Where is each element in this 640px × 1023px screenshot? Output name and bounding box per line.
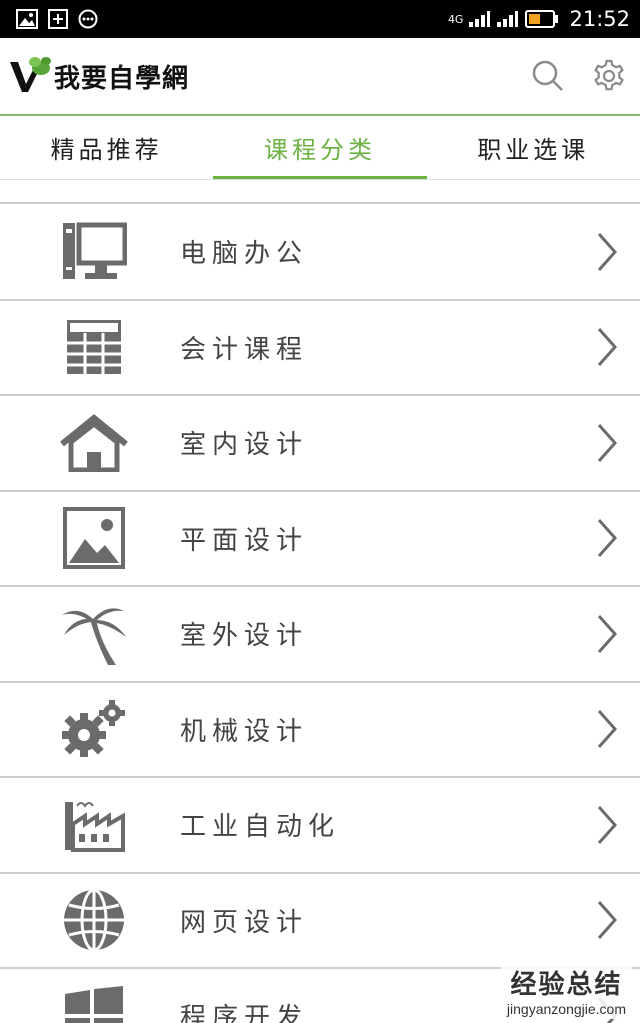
category-item-web-design[interactable]: 网页设计 [0,873,640,969]
category-label: 电脑办公 [180,239,309,270]
row-icon [0,798,180,852]
palm-tree-icon [62,608,126,665]
watermark-brand: 经验总结 [510,970,623,1000]
tab-label: 职业选课 [477,136,590,164]
category-label: 室外设计 [180,621,309,652]
chevron-right-icon [597,901,618,940]
tab-featured[interactable]: 精品推荐 [0,116,213,179]
watermark: 经验总结 jingyanzongjie.com [500,962,632,1019]
row-icon [0,601,180,667]
settings-gear-icon[interactable] [592,59,626,93]
watermark-url: jingyanzongjie.com [506,1001,626,1017]
status-notifications [0,9,98,29]
windows-icon [65,985,123,1023]
gears-icon [62,700,125,758]
category-label: 程序开发 [180,1003,309,1023]
more-notification-icon [78,9,98,29]
category-item-mechanical-design[interactable]: 机械设计 [0,682,640,778]
chevron-right-icon [597,232,618,271]
network-type: 4G [447,12,464,26]
battery-icon [525,10,559,28]
category-label: 会计课程 [180,334,309,365]
app-name: 我要自學網 [54,63,190,94]
status-bar: 4G 21:52 [0,0,640,38]
search-icon[interactable] [532,60,564,92]
tab-bar: 精品推荐 课程分类 职业选课 [0,116,640,180]
computer-icon [63,222,127,279]
category-label: 平面设计 [180,525,309,556]
row-icon [0,319,180,376]
row-icon [0,221,180,283]
row-icon [0,888,180,952]
chevron-right-icon [597,423,618,462]
category-item-interior-design[interactable]: 室内设计 [0,396,640,492]
chevron-right-icon [597,614,618,653]
list-item-partial[interactable] [0,180,640,204]
house-icon [60,413,128,472]
row-icon [0,699,180,759]
category-label: 工业自动化 [180,812,341,843]
category-item-industrial-automation[interactable]: 工业自动化 [0,778,640,874]
signal-icon-2 [497,11,519,27]
category-label: 室内设计 [180,430,309,461]
tab-course-categories[interactable]: 课程分类 [213,116,427,179]
category-label: 机械设计 [180,716,309,747]
category-item-accounting[interactable]: 会计课程 [0,300,640,396]
tab-career-courses[interactable]: 职业选课 [427,116,640,179]
chevron-right-icon [597,710,618,749]
tab-label: 课程分类 [263,136,376,164]
spreadsheet-icon [66,320,122,376]
globe-icon [64,888,124,952]
factory-icon [65,801,125,852]
row-icon [0,985,180,1023]
category-item-graphic-design[interactable]: 平面设计 [0,491,640,587]
category-item-office[interactable]: 电脑办公 [0,205,640,301]
logo-leaf-icon [10,57,51,92]
status-system: 4G 21:52 [448,7,640,31]
chevron-right-icon [597,805,618,844]
app-logo[interactable]: 我要自學網 [0,56,189,96]
category-item-outdoor-design[interactable]: 室外设计 [0,587,640,683]
clock: 21:52 [569,7,630,31]
app-header: 我要自學網 [0,38,640,116]
signal-icon [469,11,491,27]
chevron-right-icon [597,328,618,367]
row-icon [0,507,180,570]
tab-label: 精品推荐 [50,136,163,164]
chevron-right-icon [597,519,618,558]
header-actions [532,59,640,93]
plus-notification-icon [48,9,68,29]
picture-icon [63,507,125,570]
category-list: 电脑办公 会计课程 室内设计 平面设计 室外设计 机械设计 工业自动化 网页设计… [0,205,640,1023]
row-icon [0,413,180,472]
gallery-notification-icon [16,9,38,29]
category-label: 网页设计 [180,907,309,938]
